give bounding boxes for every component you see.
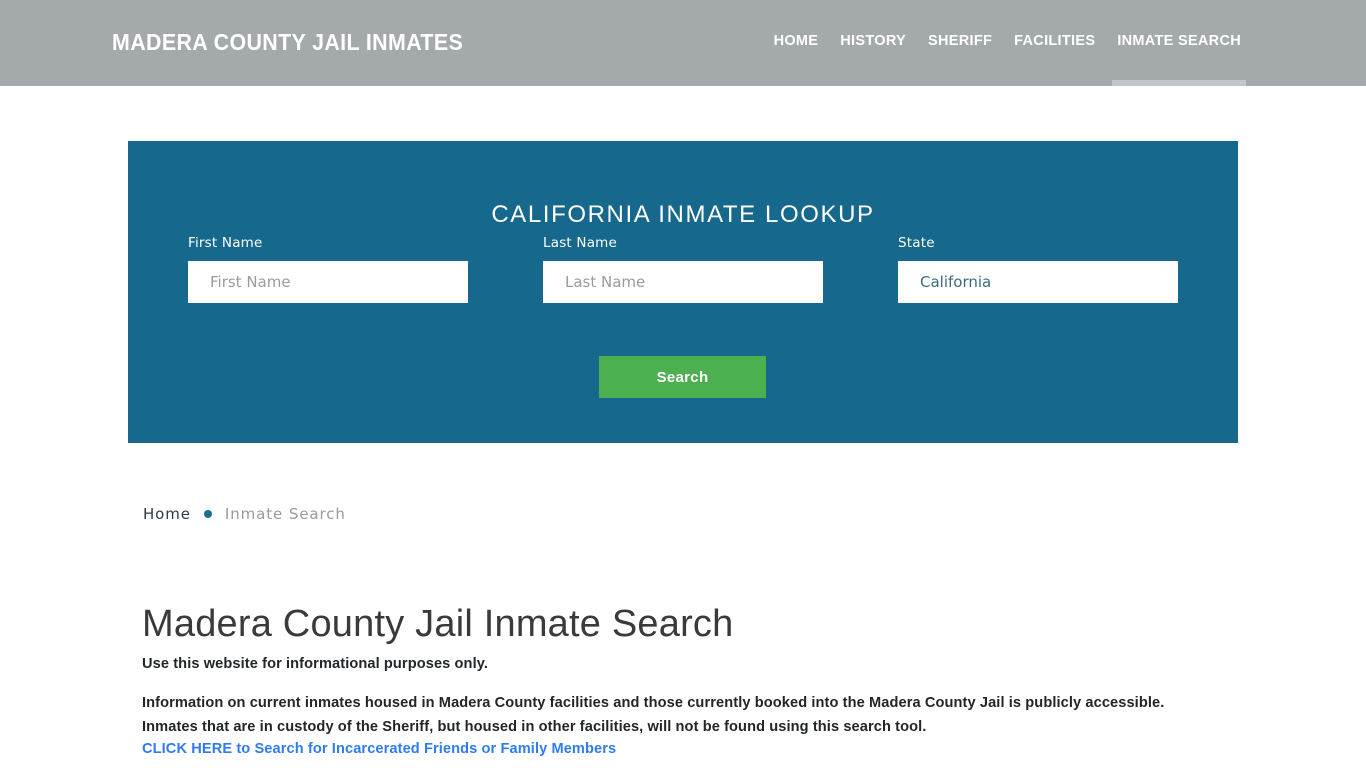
state-input[interactable] [898, 261, 1178, 303]
last-name-field-group: Last Name [543, 235, 823, 303]
search-button[interactable]: Search [599, 356, 766, 398]
page-title: Madera County Jail Inmate Search [142, 603, 734, 646]
first-name-field-group: First Name [188, 235, 468, 303]
nav-item-history[interactable]: HISTORY [829, 0, 917, 86]
state-label: State [898, 235, 935, 251]
lookup-panel-title: CALIFORNIA INMATE LOOKUP [491, 200, 875, 228]
nav-item-home[interactable]: HOME [763, 0, 830, 86]
site-header: MADERA COUNTY JAIL INMATES HOME HISTORY … [0, 0, 1366, 86]
last-name-label: Last Name [543, 235, 618, 251]
nav-item-facilities[interactable]: FACILITIES [1003, 0, 1106, 86]
breadcrumb-current-page: Inmate Search [224, 505, 346, 523]
inmate-lookup-panel: CALIFORNIA INMATE LOOKUP First Name Last… [128, 141, 1238, 443]
main-navigation: HOME HISTORY SHERIFF FACILITIES INMATE S… [763, 0, 1252, 86]
site-title: MADERA COUNTY JAIL INMATES [112, 29, 464, 55]
body-paragraph: Information on current inmates housed in… [142, 694, 1165, 735]
breadcrumb-separator-dot-icon [203, 510, 212, 518]
nav-item-inmate-search[interactable]: INMATE SEARCH [1106, 0, 1252, 86]
state-field-group: State [898, 235, 1178, 303]
first-name-label: First Name [188, 235, 263, 251]
last-name-input[interactable] [543, 261, 823, 303]
breadcrumb-home-link[interactable]: Home [143, 505, 191, 523]
first-name-input[interactable] [188, 261, 468, 303]
incarcerated-search-link[interactable]: CLICK HERE to Search for Incarcerated Fr… [142, 741, 616, 757]
nav-item-sheriff[interactable]: SHERIFF [917, 0, 1003, 86]
informational-note: Use this website for informational purpo… [142, 655, 489, 672]
breadcrumb: Home Inmate Search [143, 505, 346, 523]
